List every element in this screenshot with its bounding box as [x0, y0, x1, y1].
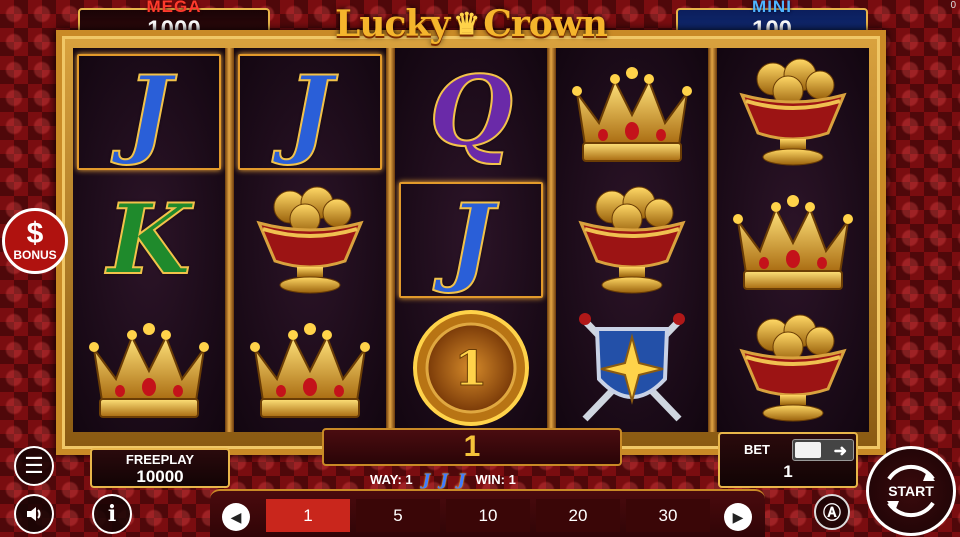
way-label: WAY: 1 — [370, 471, 413, 487]
win-highlight — [238, 54, 382, 170]
chevron-left-icon: ◀ — [230, 508, 242, 525]
bet-value: 1 — [783, 462, 793, 481]
autoplay-icon: Ⓐ — [823, 503, 841, 523]
gold-bowl-symbol — [717, 304, 869, 432]
menu-button[interactable]: ☰ — [14, 446, 54, 486]
bet-box: BET ➜ 1 — [718, 432, 858, 488]
mega-label: MEGA — [146, 0, 202, 16]
bet-label: BET — [744, 442, 770, 457]
logo-crown-icon: ♛ — [453, 6, 480, 42]
game-logo: Lucky ♛ Crown — [312, 0, 630, 48]
reel-divider — [386, 48, 395, 432]
coin-symbol: 1 — [395, 304, 547, 432]
menu-icon: ☰ — [24, 453, 44, 478]
bet-option-20[interactable]: 20 — [536, 499, 620, 532]
arrow-right-icon: ➜ — [833, 443, 847, 460]
corner-counter: 0 — [950, 0, 956, 11]
bet-option-5[interactable]: 5 — [356, 499, 440, 532]
logo-word-lucky: Lucky — [335, 3, 450, 45]
info-button[interactable]: i — [92, 494, 132, 534]
reel-divider — [225, 48, 234, 432]
toggle-knob — [795, 442, 821, 458]
win-label: WIN: 1 — [475, 471, 516, 487]
win-highlight — [77, 54, 221, 170]
win-amount: 1 — [322, 428, 622, 466]
start-label: START — [888, 483, 934, 499]
crown-symbol — [556, 48, 708, 176]
bonus-button[interactable]: $ BONUS — [2, 208, 68, 274]
speaker-icon — [27, 507, 41, 521]
bet-option-10[interactable]: 10 — [446, 499, 530, 532]
bet-option-1[interactable]: 1 — [266, 499, 350, 532]
symbol-k: K — [106, 183, 191, 296]
mini-label: MINI — [752, 0, 792, 16]
start-button[interactable]: START — [866, 446, 956, 536]
crown-symbol — [234, 304, 386, 432]
crown-symbol — [73, 304, 225, 432]
reels-area: JK J QJ 1 — [73, 48, 869, 432]
info-icon: i — [107, 501, 117, 527]
freeplay-value: 10000 — [136, 467, 184, 486]
freeplay-label: FREEPLAY — [125, 452, 195, 467]
logo-word-crown: Crown — [483, 3, 608, 45]
way-symbol-j: J — [440, 469, 448, 489]
gold-bowl-symbol — [556, 176, 708, 304]
next-bet-button[interactable]: ▶ — [724, 503, 752, 531]
freeplay-box: FREEPLAY 10000 — [90, 448, 230, 488]
gold-bowl-symbol — [717, 48, 869, 176]
chevron-right-icon: ▶ — [732, 508, 744, 525]
way-symbol-j: J — [457, 469, 466, 489]
prev-bet-button[interactable]: ◀ — [222, 503, 250, 531]
win-way-row: WAY: 1 J J J WIN: 1 — [370, 469, 590, 489]
symbol-q: Q — [428, 55, 514, 168]
bet-option-30[interactable]: 30 — [626, 499, 710, 532]
bet-selector: ◀ ▶ 1 5 10 20 30 — [210, 489, 765, 537]
reel-4 — [556, 48, 708, 432]
bet-toggle[interactable]: ➜ — [792, 439, 854, 461]
coin-value: 1 — [454, 341, 487, 397]
autoplay-button[interactable]: Ⓐ — [814, 494, 850, 530]
reel-divider — [708, 48, 717, 432]
shield-symbol — [556, 304, 708, 432]
reel-5 — [717, 48, 869, 432]
dollar-icon: $ — [26, 217, 44, 250]
reel-divider — [547, 48, 556, 432]
gold-bowl-symbol — [234, 176, 386, 304]
crown-symbol — [717, 176, 869, 304]
way-symbol-j: J — [422, 469, 431, 489]
sound-button[interactable] — [14, 494, 54, 534]
win-highlight — [399, 182, 543, 298]
bonus-label: BONUS — [13, 248, 57, 262]
